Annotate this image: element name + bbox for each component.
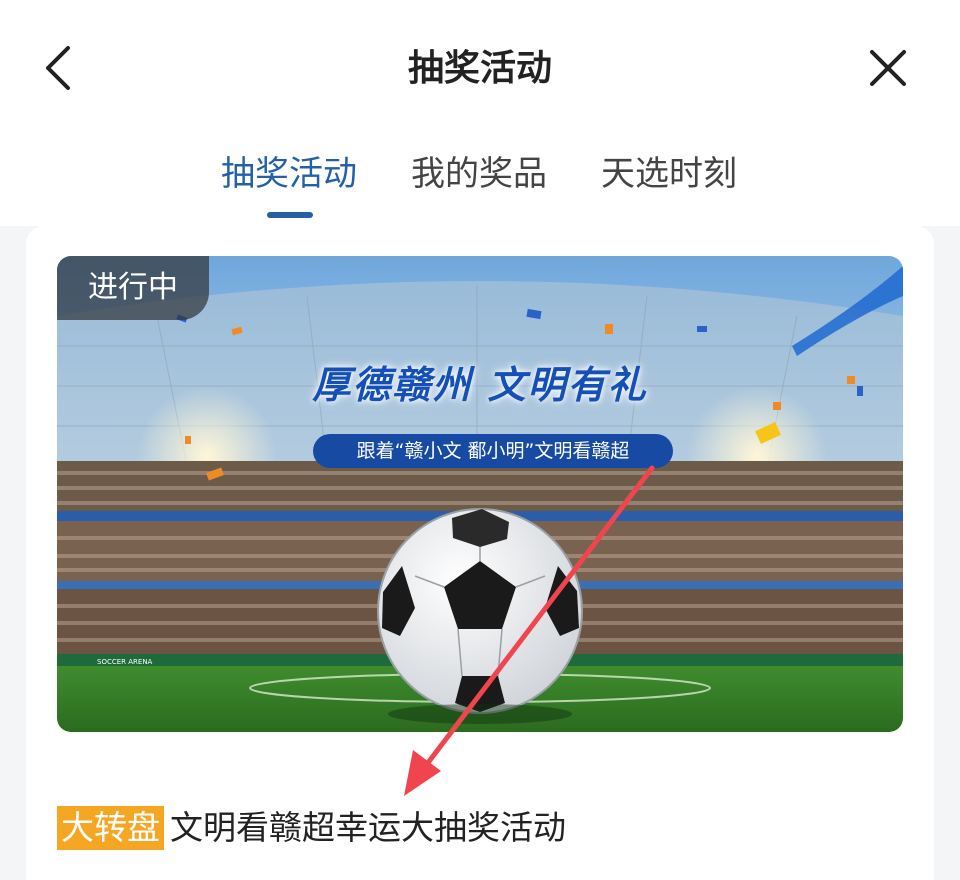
top-nav-bar: 抽奖活动 xyxy=(0,0,960,124)
tab-bar: 抽奖活动 我的奖品 天选时刻 xyxy=(0,124,960,226)
activity-title[interactable]: 大转盘 文明看赣超幸运大抽奖活动 xyxy=(57,804,917,852)
activity-type-tag: 大转盘 xyxy=(57,806,164,850)
tab-lottery-activities[interactable]: 抽奖活动 xyxy=(221,150,357,198)
active-tab-indicator xyxy=(267,212,313,218)
page-title: 抽奖活动 xyxy=(407,48,552,89)
close-icon xyxy=(870,50,906,86)
tab-chosen-moment[interactable]: 天选时刻 xyxy=(601,150,737,198)
status-badge: 进行中 xyxy=(57,256,209,320)
activity-banner[interactable]: SOCCER ARENA 进行中 厚德赣州 文明有礼 跟着“赣小文 鄱小明”文明… xyxy=(57,256,903,732)
tab-my-prizes[interactable]: 我的奖品 xyxy=(411,150,547,198)
banner-subline: 跟着“赣小文 鄱小明”文明看赣超 xyxy=(313,434,673,468)
activity-title-text: 文明看赣超幸运大抽奖活动 xyxy=(170,808,566,847)
activity-card[interactable]: SOCCER ARENA 进行中 厚德赣州 文明有礼 跟着“赣小文 鄱小明”文明… xyxy=(26,226,934,880)
stadium-soccer-ball-image: SOCCER ARENA xyxy=(57,256,903,732)
close-button[interactable] xyxy=(866,46,910,90)
ad-board-text: SOCCER ARENA xyxy=(97,658,153,666)
banner-headline: 厚德赣州 文明有礼 xyxy=(312,363,648,407)
